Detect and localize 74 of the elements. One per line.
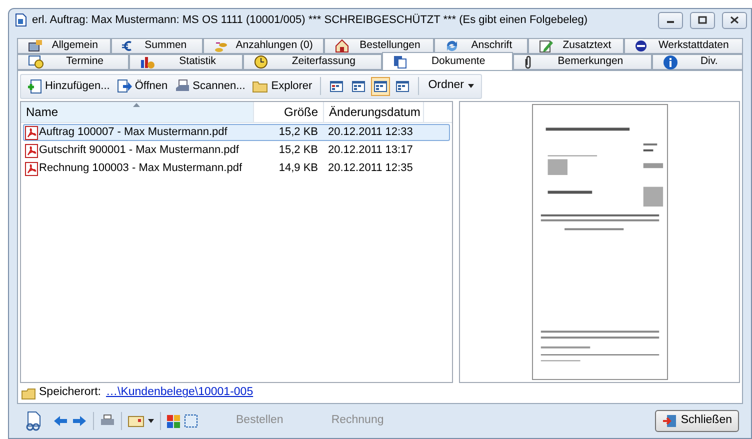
tab[interactable]: Termine: [17, 54, 129, 70]
scanner-icon: [174, 78, 190, 94]
file-name: Gutschrift 900001 - Max Mustermann.pdf: [39, 143, 239, 158]
document-icon: [15, 13, 27, 27]
file-size: 15,2 KB: [278, 125, 319, 140]
tab[interactable]: Bemerkungen: [512, 54, 652, 70]
open-document-icon: [116, 78, 132, 94]
storage-path-link[interactable]: …\Kundenbelege\10001-005: [106, 384, 254, 402]
column-header[interactable]: Änderungsdatum: [324, 102, 424, 122]
tab[interactable]: Bestellungen: [324, 38, 434, 54]
table-icon: [28, 40, 42, 52]
select-frame-icon: [184, 414, 198, 428]
file-row[interactable]: Rechnung 100003 - Max Mustermann.pdf 14,9 KB 20.12.2011 12:35: [23, 160, 450, 177]
maximize-icon: [698, 16, 707, 24]
column-header[interactable]: Name: [21, 102, 254, 122]
file-name: Rechnung 100003 - Max Mustermann.pdf: [39, 161, 242, 176]
view-icon: [352, 80, 366, 92]
tab[interactable]: Summen: [110, 38, 202, 54]
house-icon: [335, 39, 350, 53]
tab[interactable]: Werkstattdaten: [624, 38, 743, 54]
caret-icon: [468, 84, 474, 88]
file-size: 15,2 KB: [278, 143, 319, 158]
exit-icon: [662, 414, 677, 428]
envelope-icon: [128, 416, 144, 426]
clock-icon: [254, 55, 268, 69]
tab[interactable]: Dokumente: [382, 52, 513, 70]
paperclip-icon: [524, 55, 532, 69]
view-icon: [374, 80, 388, 92]
tab[interactable]: Statistik: [128, 54, 244, 70]
tab[interactable]: Zusatztext: [528, 38, 624, 54]
window-title: erl. Auftrag: Max Mustermann: MS OS 1111 (10001/005) *** SCHREIBGESCHÜTZT *** (Es gibt einen Folgebeleg): [32, 12, 589, 28]
color-grid-icon: [167, 414, 180, 428]
file-date: 20.12.2011 12:33: [327, 125, 414, 140]
view-button[interactable]: [371, 76, 390, 96]
arrow-right-icon: [72, 415, 87, 427]
tab[interactable]: Anzahlungen (0): [202, 38, 324, 54]
sync-icon: [444, 39, 459, 53]
document-search-icon: [25, 411, 43, 431]
pencil-icon: [538, 39, 553, 53]
close-icon: [730, 16, 739, 24]
folder-icon: [252, 79, 268, 93]
close-window-button[interactable]: Schließen: [654, 410, 739, 432]
file-size: 14,9 KB: [278, 161, 319, 176]
view-icon: [330, 80, 344, 92]
file-row[interactable]: Gutschrift 900001 - Max Mustermann.pdf 15,2 KB 20.12.2011 13:17: [23, 142, 450, 159]
file-date: 20.12.2011 12:35: [327, 161, 414, 176]
tab[interactable]: Allgemein: [17, 38, 111, 54]
minimize-button[interactable]: [658, 12, 683, 28]
maximize-button[interactable]: [690, 12, 715, 28]
add-document-icon: [27, 78, 42, 94]
close-button[interactable]: [722, 12, 747, 28]
toolbar-button[interactable]: Explorer: [250, 78, 314, 94]
tab[interactable]: Zeiterfassung: [243, 54, 382, 70]
storage-label: Speicherort:: [39, 385, 102, 400]
sort-arrow-icon: [133, 103, 140, 107]
euro-icon: [122, 40, 132, 52]
pdf-file-icon: [25, 144, 38, 158]
file-row[interactable]: Auftrag 100007 - Max Mustermann.pdf 15,2 KB 20.12.2011 12:33: [23, 124, 450, 141]
toolbar-button[interactable]: Hinzufügen...: [25, 78, 112, 94]
chart-icon: [140, 55, 155, 69]
view-icon: [396, 80, 410, 92]
folder-icon: [21, 386, 36, 400]
file-name: Auftrag 100007 - Max Mustermann.pdf: [39, 125, 228, 140]
toolbar-button[interactable]: Scannen...: [172, 78, 248, 94]
column-header[interactable]: Größe: [254, 102, 324, 122]
toolbar-button[interactable]: Öffnen: [114, 78, 170, 94]
pdf-file-icon: [25, 162, 38, 176]
pdf-file-icon: [25, 126, 38, 140]
caret-icon: [148, 419, 154, 423]
arrow-left-icon: [53, 415, 68, 427]
folder-dropdown[interactable]: Ordner: [425, 77, 478, 95]
tab[interactable]: Div.: [652, 54, 744, 70]
file-date: 20.12.2011 13:17: [327, 143, 414, 158]
printer-icon: [100, 414, 115, 428]
